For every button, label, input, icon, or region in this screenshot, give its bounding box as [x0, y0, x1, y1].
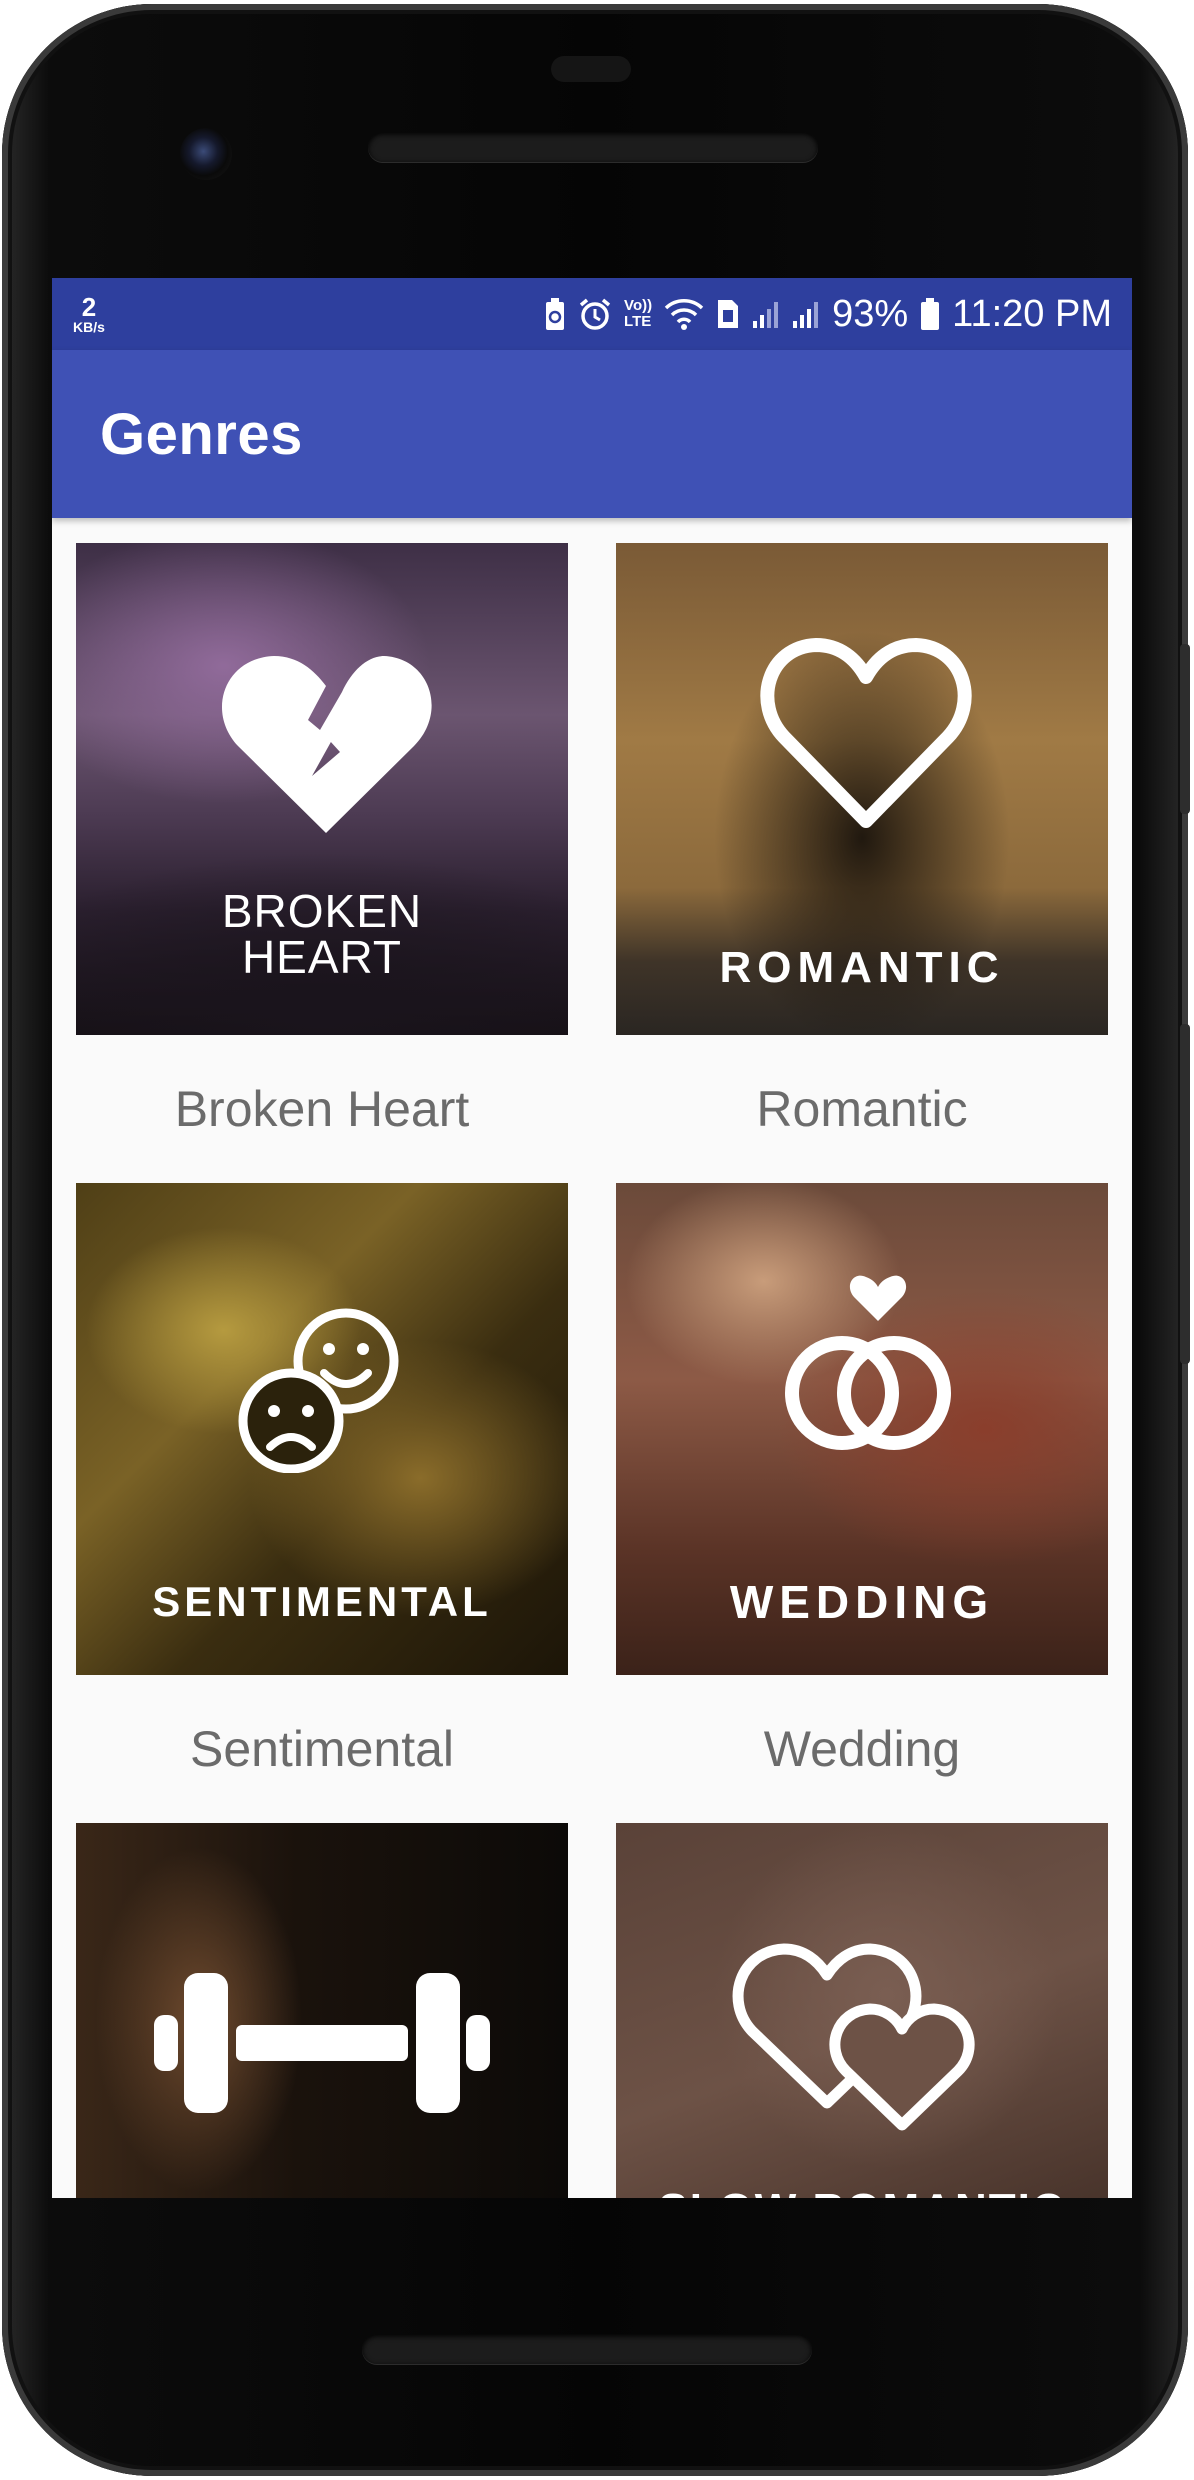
battery-percentage: 93%: [832, 292, 909, 335]
genre-grid: BROKEN HEART Broken Heart ROMANTIC Roman…: [76, 543, 1110, 2198]
battery-icon: [920, 297, 940, 331]
thumbnail-caption-line2: HEART: [241, 931, 403, 983]
power-button: [1180, 644, 1190, 814]
signal-strength-icon-1: [752, 299, 780, 329]
sim-card-icon: [716, 298, 740, 330]
volte-top-text: Vo)): [624, 297, 653, 315]
front-camera: [180, 128, 232, 180]
genre-thumbnail[interactable]: WEDDING: [616, 1183, 1108, 1675]
thumbnail-caption: ROMANTIC: [719, 943, 1005, 992]
network-speed: 2 KB/s: [66, 294, 112, 334]
battery-saver-icon: [544, 297, 566, 331]
wifi-icon: [664, 298, 704, 330]
genre-card-slow-romantic[interactable]: SLOW ROMANTIC: [616, 1823, 1108, 2198]
genre-thumbnail[interactable]: SENTIMENTAL: [76, 1183, 568, 1675]
dumbbell-icon: [154, 1973, 490, 2113]
two-hearts-icon: [732, 1943, 975, 2131]
broken-heart-icon: [221, 656, 432, 833]
volte-indicator: Vo)) LTE: [624, 298, 652, 330]
genre-card-wedding[interactable]: WEDDING Wedding: [616, 1183, 1108, 1823]
genre-thumbnail[interactable]: BROKEN HEART: [76, 543, 568, 1035]
thumbnail-caption-line1: BROKEN: [221, 885, 423, 937]
page-title: Genres: [100, 401, 303, 467]
status-bar: 2 KB/s Vo)) LTE 93% 11:20 PM: [52, 278, 1132, 350]
bottom-speaker-grille: [362, 2334, 812, 2364]
genre-card-romantic[interactable]: ROMANTIC Romantic: [616, 543, 1108, 1183]
thumbnail-caption: WEDDING: [729, 1576, 995, 1628]
genre-card-sentimental[interactable]: SENTIMENTAL Sentimental: [76, 1183, 568, 1823]
network-speed-unit: KB/s: [73, 319, 105, 335]
top-speaker-grille: [368, 132, 818, 162]
thumbnail-caption: SLOW ROMANTIC: [616, 2185, 1108, 2198]
happy-sad-faces-icon: [238, 1308, 399, 1473]
thumbnail-caption: SENTIMENTAL: [152, 1578, 492, 1625]
screen: 2 KB/s Vo)) LTE 93% 11:20 PM Genres BROK…: [52, 278, 1132, 2198]
clock: 11:20 PM: [952, 292, 1112, 335]
thumbnail-caption: BROKEN HEART: [76, 888, 568, 980]
genre-card-broken-heart[interactable]: BROKEN HEART Broken Heart: [76, 543, 568, 1183]
signal-strength-icon-2: [792, 299, 820, 329]
status-icons: Vo)) LTE 93% 11:20 PM: [544, 293, 1112, 336]
genre-label: Wedding: [763, 1721, 961, 1777]
genre-label: Broken Heart: [174, 1081, 470, 1137]
genre-thumbnail[interactable]: [76, 1823, 568, 2198]
earpiece: [551, 56, 631, 82]
genre-label: Sentimental: [189, 1721, 455, 1777]
genre-card-workout[interactable]: [76, 1823, 568, 2198]
volte-bottom-text: LTE: [624, 313, 652, 330]
genre-thumbnail[interactable]: ROMANTIC: [616, 543, 1108, 1035]
heart-outline-icon: [760, 638, 972, 828]
network-speed-value: 2: [81, 292, 97, 322]
genre-label: Romantic: [756, 1081, 968, 1137]
genre-thumbnail[interactable]: SLOW ROMANTIC: [616, 1823, 1108, 2198]
volume-button: [1180, 1024, 1190, 1364]
wedding-rings-icon: [785, 1275, 951, 1450]
app-bar: Genres: [52, 350, 1132, 518]
alarm-icon: [578, 297, 612, 331]
